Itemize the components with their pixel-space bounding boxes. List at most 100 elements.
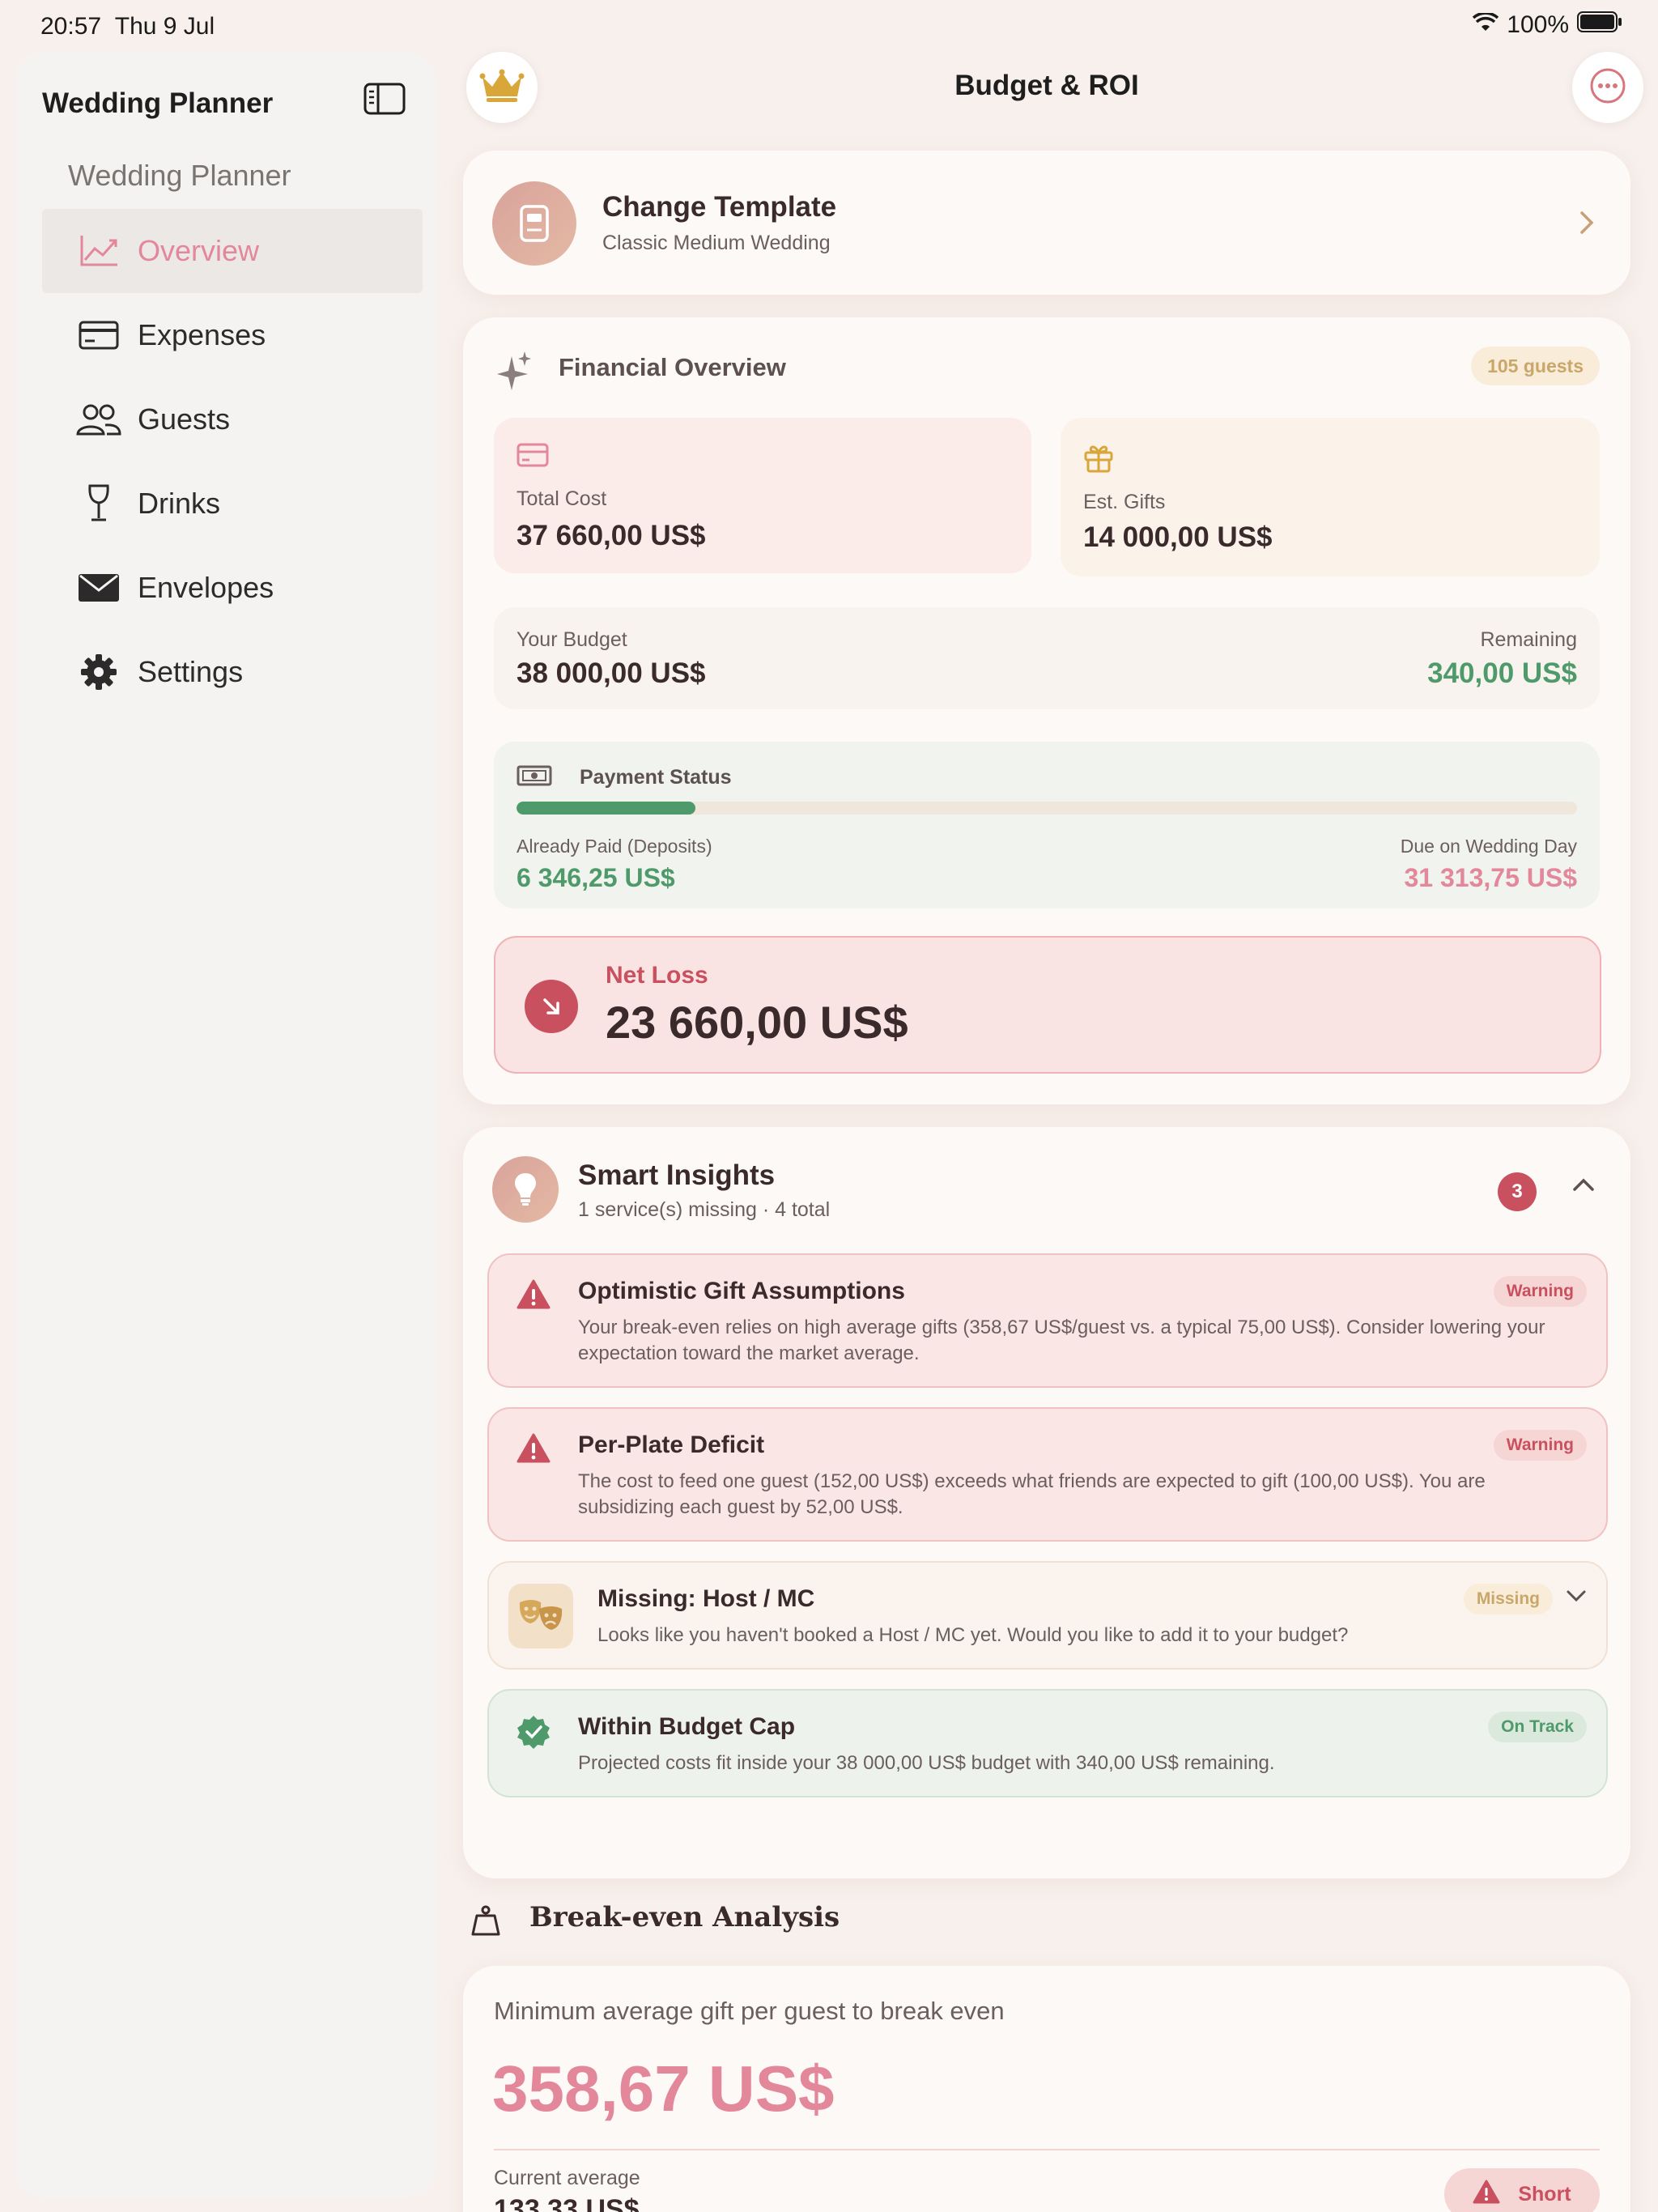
break-even-value: 358,67 US$: [492, 2052, 835, 2125]
theater-masks-icon: [508, 1584, 573, 1648]
more-icon: [1589, 67, 1626, 108]
chevron-right-icon: [1579, 209, 1595, 240]
sidebar: Wedding Planner Wedding Planner Overview…: [15, 52, 436, 2197]
est-gifts-value: 14 000,00 US$: [1083, 521, 1273, 553]
due-label: Due on Wedding Day: [1400, 836, 1577, 857]
smart-insights-title: Smart Insights: [578, 1159, 776, 1191]
est-gifts-box: Est. Gifts 14 000,00 US$: [1061, 418, 1600, 576]
chevron-up-icon[interactable]: [1572, 1177, 1595, 1196]
net-loss-box: Net Loss 23 660,00 US$: [494, 936, 1601, 1074]
sidebar-item-label: Settings: [138, 655, 244, 688]
template-subtitle: Classic Medium Wedding: [602, 232, 831, 254]
credit-card-icon: [76, 317, 121, 353]
change-template-card[interactable]: Change Template Classic Medium Wedding: [463, 151, 1630, 295]
sidebar-item-label: Drinks: [138, 487, 221, 520]
insight-title: Optimistic Gift Assumptions: [578, 1278, 905, 1304]
warning-icon: [517, 1433, 551, 1468]
warning-icon: [1473, 2180, 1500, 2210]
net-loss-value: 23 660,00 US$: [606, 997, 908, 1048]
more-button[interactable]: [1572, 52, 1643, 123]
scale-weight-icon: [470, 1904, 502, 1941]
paid-value: 6 346,25 US$: [517, 863, 675, 892]
warning-badge: Warning: [1493, 1430, 1587, 1461]
sidebar-toggle-icon[interactable]: [363, 81, 408, 118]
current-average-value: 133,33 US$: [494, 2194, 640, 2212]
smart-insights-subtitle: 1 service(s) missing · 4 total: [578, 1198, 831, 1221]
main-content: Budget & ROI Change Template Classic Med…: [463, 52, 1643, 2212]
gear-icon: [76, 654, 121, 690]
people-icon: [76, 402, 121, 437]
payment-status-box: Payment Status Already Paid (Deposits) 6…: [494, 742, 1600, 908]
on-track-badge: On Track: [1488, 1712, 1587, 1742]
payment-status-title: Payment Status: [580, 766, 732, 789]
template-icon: [492, 181, 576, 266]
clock-date: Thu 9 Jul: [114, 13, 215, 40]
insight-body: Your break-even relies on high average g…: [578, 1317, 1545, 1364]
lightbulb-icon: [492, 1156, 559, 1223]
insight-per-plate-deficit[interactable]: Per-Plate Deficit The cost to feed one g…: [487, 1407, 1608, 1542]
banknote-icon: [517, 764, 552, 791]
sidebar-item-label: Guests: [138, 402, 231, 436]
net-loss-label: Net Loss: [606, 962, 708, 989]
short-status-label: Short: [1518, 2182, 1571, 2206]
chart-line-icon: [76, 233, 121, 269]
battery-icon: [1577, 11, 1622, 39]
insight-title: Per-Plate Deficit: [578, 1431, 765, 1458]
insight-within-budget[interactable]: Within Budget Cap Projected costs fit in…: [487, 1689, 1608, 1797]
missing-badge: Missing: [1463, 1584, 1553, 1614]
clock-time: 20:57: [40, 13, 102, 40]
divider: [494, 2149, 1600, 2150]
remaining-value: 340,00 US$: [1427, 657, 1577, 689]
wifi-icon: [1473, 11, 1499, 39]
arrow-down-right-icon: [525, 980, 578, 1033]
budget-label: Your Budget: [517, 628, 627, 651]
status-bar: 20:57 Thu 9 Jul 100%: [0, 0, 1658, 52]
sidebar-item-expenses[interactable]: Expenses: [42, 293, 423, 377]
budget-box: Your Budget 38 000,00 US$ Remaining 340,…: [494, 607, 1600, 709]
financial-overview-card: Financial Overview 105 guests Total Cost…: [463, 317, 1630, 1104]
chevron-down-icon[interactable]: [1566, 1589, 1587, 1607]
sidebar-title: Wedding Planner: [42, 87, 274, 119]
sidebar-item-drinks[interactable]: Drinks: [42, 462, 423, 546]
short-status-badge: Short: [1444, 2168, 1600, 2212]
warning-badge: Warning: [1493, 1276, 1587, 1307]
sidebar-item-envelopes[interactable]: Envelopes: [42, 546, 423, 630]
sidebar-section-label: Wedding Planner: [68, 159, 291, 192]
total-cost-value: 37 660,00 US$: [517, 520, 706, 551]
status-time: 20:57 Thu 9 Jul: [40, 13, 215, 40]
insight-body: Projected costs fit inside your 38 000,0…: [578, 1752, 1275, 1774]
insights-count-badge: 3: [1498, 1172, 1537, 1211]
sidebar-item-settings[interactable]: Settings: [42, 630, 423, 714]
insight-body: The cost to feed one guest (152,00 US$) …: [578, 1470, 1486, 1518]
break-even-title: Break-even Analysis: [529, 1901, 840, 1933]
wine-glass-icon: [76, 484, 121, 521]
break-even-label: Minimum average gift per guest to break …: [494, 1997, 1005, 2025]
total-cost-label: Total Cost: [517, 487, 607, 510]
page-title: Budget & ROI: [954, 70, 1139, 101]
sidebar-item-overview[interactable]: Overview: [42, 209, 423, 293]
insight-body: Looks like you haven't booked a Host / M…: [597, 1624, 1349, 1646]
budget-value: 38 000,00 US$: [517, 657, 706, 689]
credit-card-icon: [517, 442, 549, 472]
break-even-card: Minimum average gift per guest to break …: [463, 1966, 1630, 2212]
battery-percent: 100%: [1507, 11, 1569, 38]
current-average-label: Current average: [494, 2167, 640, 2189]
due-value: 31 313,75 US$: [1404, 863, 1578, 892]
insight-title: Within Budget Cap: [578, 1713, 796, 1740]
sidebar-item-label: Envelopes: [138, 571, 274, 604]
warning-icon: [517, 1279, 551, 1314]
insight-gift-assumptions[interactable]: Optimistic Gift Assumptions Your break-e…: [487, 1253, 1608, 1388]
insight-missing-host[interactable]: Missing: Host / MC Looks like you haven'…: [487, 1561, 1608, 1670]
envelope-icon: [76, 570, 121, 606]
sidebar-item-guests[interactable]: Guests: [42, 377, 423, 462]
financial-overview-title: Financial Overview: [559, 353, 786, 381]
status-indicators: 100%: [1473, 11, 1622, 39]
total-cost-box: Total Cost 37 660,00 US$: [494, 418, 1031, 573]
template-title: Change Template: [602, 191, 837, 223]
checkmark-seal-icon: [517, 1715, 551, 1753]
smart-insights-card: Smart Insights 1 service(s) missing · 4 …: [463, 1127, 1630, 1878]
sparkles-icon: [494, 350, 533, 396]
paid-label: Already Paid (Deposits): [517, 836, 712, 857]
payment-progress-fill: [517, 802, 695, 815]
sidebar-item-label: Expenses: [138, 318, 266, 351]
